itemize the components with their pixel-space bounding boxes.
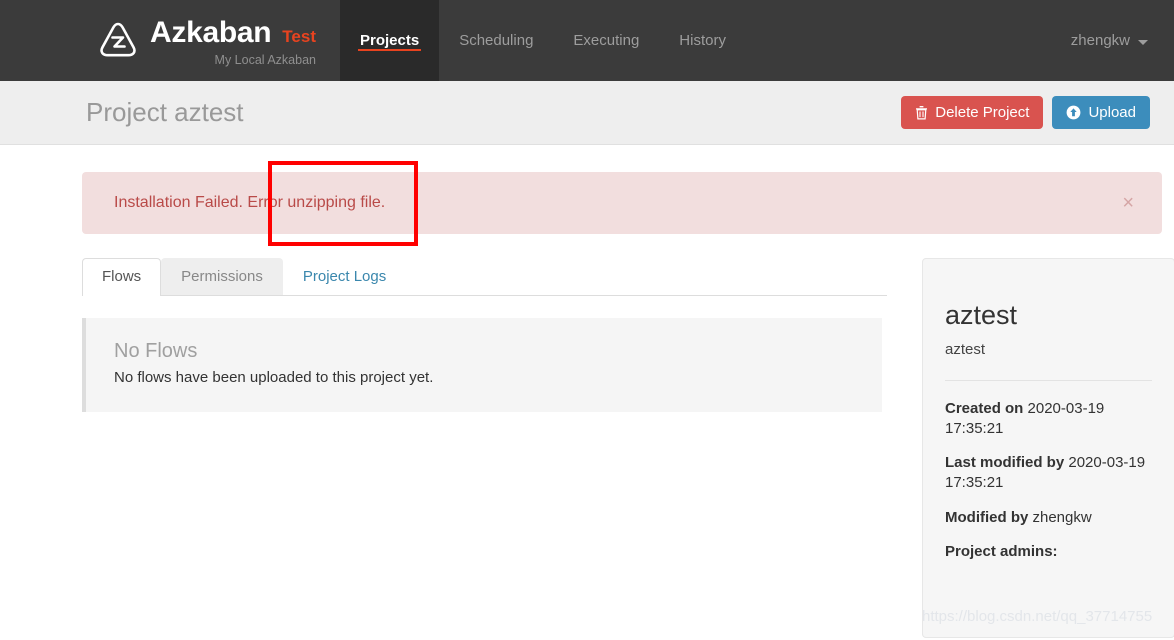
upload-icon bbox=[1066, 105, 1081, 120]
brand-label: Test bbox=[282, 27, 316, 47]
project-description: aztest bbox=[945, 340, 986, 358]
detail-project-admins: Project admins: bbox=[945, 542, 1152, 562]
nav-links: Projects Scheduling Executing History bbox=[339, 0, 746, 81]
page-header-actions: Delete Project Upload bbox=[901, 96, 1150, 129]
chevron-down-icon bbox=[1138, 40, 1148, 45]
content-columns: Flows Permissions Project Logs No Flows … bbox=[82, 258, 1174, 638]
detail-label: Project admins: bbox=[945, 542, 1058, 560]
trash-icon bbox=[915, 105, 928, 120]
detail-last-modified-by: Last modified by 2020-03-19 17:35:21 bbox=[945, 453, 1152, 494]
tab-project-logs[interactable]: Project Logs bbox=[283, 258, 406, 295]
error-alert-message: Installation Failed. Error unzipping fil… bbox=[114, 194, 386, 211]
delete-project-label: Delete Project bbox=[935, 104, 1030, 121]
detail-value: zhengkw bbox=[1032, 508, 1092, 526]
detail-label: Created on bbox=[945, 399, 1024, 417]
detail-created-on: Created on 2020-03-19 17:35:21 bbox=[945, 399, 1152, 440]
divider bbox=[945, 379, 1152, 381]
user-name: zhengkw bbox=[1070, 32, 1130, 49]
brand[interactable]: Azkaban Test My Local Azkaban bbox=[0, 0, 334, 81]
user-menu[interactable]: zhengkw bbox=[1071, 0, 1174, 81]
page-content: Installation Failed. Error unzipping fil… bbox=[0, 172, 1174, 638]
nav-item-executing[interactable]: Executing bbox=[553, 0, 659, 81]
top-navbar: Azkaban Test My Local Azkaban Projects S… bbox=[0, 0, 1174, 81]
sidebar-column: aztest aztest Created on 2020-03-19 17:3… bbox=[922, 258, 1174, 638]
upload-label: Upload bbox=[1088, 104, 1136, 121]
page-header: Project aztest Delete Project Upload bbox=[0, 81, 1174, 145]
project-tabs: Flows Permissions Project Logs bbox=[82, 258, 887, 296]
project-summary-panel: aztest aztest Created on 2020-03-19 17:3… bbox=[922, 258, 1174, 638]
detail-label: Modified by bbox=[945, 508, 1029, 526]
nav-item-history[interactable]: History bbox=[659, 0, 746, 81]
detail-label: Last modified by bbox=[945, 454, 1065, 472]
nav-item-projects[interactable]: Projects bbox=[339, 0, 440, 81]
main-column: Flows Permissions Project Logs No Flows … bbox=[82, 258, 887, 638]
delete-project-button[interactable]: Delete Project bbox=[901, 96, 1044, 129]
brand-tagline: My Local Azkaban bbox=[214, 53, 316, 68]
tab-permissions[interactable]: Permissions bbox=[161, 258, 283, 295]
no-flows-heading: No Flows bbox=[114, 340, 198, 362]
project-name: aztest bbox=[945, 300, 1018, 330]
detail-modified-by: Modified by zhengkw bbox=[945, 508, 1152, 528]
close-icon[interactable]: × bbox=[1116, 192, 1140, 214]
tab-flows[interactable]: Flows bbox=[82, 258, 162, 296]
page-title: Project aztest bbox=[86, 97, 244, 127]
no-flows-message: No flows have been uploaded to this proj… bbox=[114, 369, 434, 386]
upload-button[interactable]: Upload bbox=[1052, 96, 1150, 129]
brand-text: Azkaban Test My Local Azkaban bbox=[150, 18, 316, 67]
azkaban-logo-icon bbox=[96, 19, 140, 63]
error-alert: Installation Failed. Error unzipping fil… bbox=[82, 172, 1162, 234]
nav-item-scheduling[interactable]: Scheduling bbox=[439, 0, 553, 81]
brand-name: Azkaban bbox=[150, 16, 272, 50]
no-flows-panel: No Flows No flows have been uploaded to … bbox=[82, 318, 882, 412]
